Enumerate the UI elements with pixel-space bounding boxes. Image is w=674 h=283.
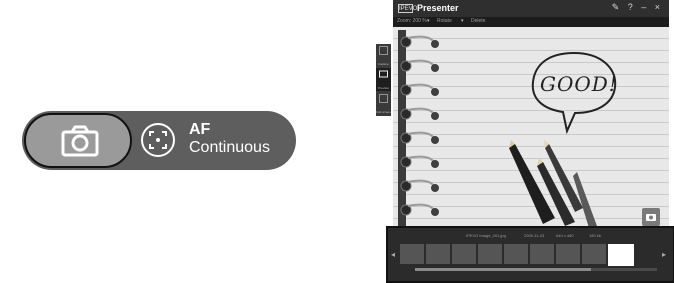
- camera-icon: [61, 125, 99, 157]
- af-title: AF: [189, 121, 211, 138]
- thumbnail[interactable]: [582, 244, 606, 264]
- file-name: IPEVO Image_001.jpg: [466, 233, 506, 238]
- thumbnail-strip: [394, 244, 664, 268]
- handwriting-text: GOOD!: [540, 72, 618, 96]
- snapshot-button[interactable]: [642, 208, 660, 226]
- filmstrip-scrollbar[interactable]: [415, 268, 657, 271]
- spiral-binding: [398, 30, 439, 230]
- app-title: Presenter: [417, 3, 459, 13]
- chevron-down-icon: ▾: [427, 18, 430, 24]
- capture-icon: [379, 46, 388, 55]
- delete-button[interactable]: Delete: [471, 18, 485, 24]
- autofocus-icon[interactable]: [140, 122, 176, 158]
- side-panel: Capture Preview Full screen: [376, 44, 391, 116]
- thumbnail[interactable]: [452, 244, 476, 264]
- thumbnail[interactable]: [426, 244, 450, 264]
- side-item-preview[interactable]: Preview: [376, 68, 391, 91]
- fullscreen-icon: [379, 94, 388, 103]
- rotate-button[interactable]: Rotate: [437, 18, 452, 24]
- side-item-label: Full screen: [376, 110, 391, 114]
- thumbnail[interactable]: [478, 244, 502, 264]
- zoom-select[interactable]: Zoom: 200 %: [397, 18, 427, 24]
- af-mode-label[interactable]: AF Continuous: [189, 121, 270, 157]
- side-item-fullscreen[interactable]: Full screen: [376, 92, 391, 115]
- window-controls[interactable]: ✎ ? – ×: [612, 2, 663, 13]
- thumbnail-selected[interactable]: [608, 244, 634, 266]
- thumbnail[interactable]: [400, 244, 424, 264]
- app-logo: IPEVO: [398, 4, 418, 13]
- side-item-label: Capture: [378, 62, 389, 66]
- side-item-capture[interactable]: Capture: [376, 44, 391, 67]
- capture-button[interactable]: [24, 113, 132, 168]
- side-item-label: Preview: [378, 86, 389, 90]
- scrollbar-thumb[interactable]: [415, 268, 591, 271]
- file-resolution: 640 x 480: [556, 233, 574, 238]
- file-size: 180 kb: [589, 233, 602, 238]
- thumbnail[interactable]: [530, 244, 554, 264]
- camera-icon: [646, 214, 656, 221]
- preview-icon: [379, 70, 388, 78]
- title-bar: IPEVO Presenter ✎ ? – ×: [393, 0, 669, 17]
- pencils-image: [509, 140, 597, 228]
- thumbnail[interactable]: [556, 244, 580, 264]
- af-mode: Continuous: [189, 139, 270, 156]
- thumbnail[interactable]: [504, 244, 528, 264]
- chevron-down-icon: ▾: [461, 18, 464, 24]
- toolbar: Zoom: 200 % ▾ Rotate ▾ Delete: [393, 17, 669, 27]
- file-date: 2009-11-23: [524, 233, 545, 238]
